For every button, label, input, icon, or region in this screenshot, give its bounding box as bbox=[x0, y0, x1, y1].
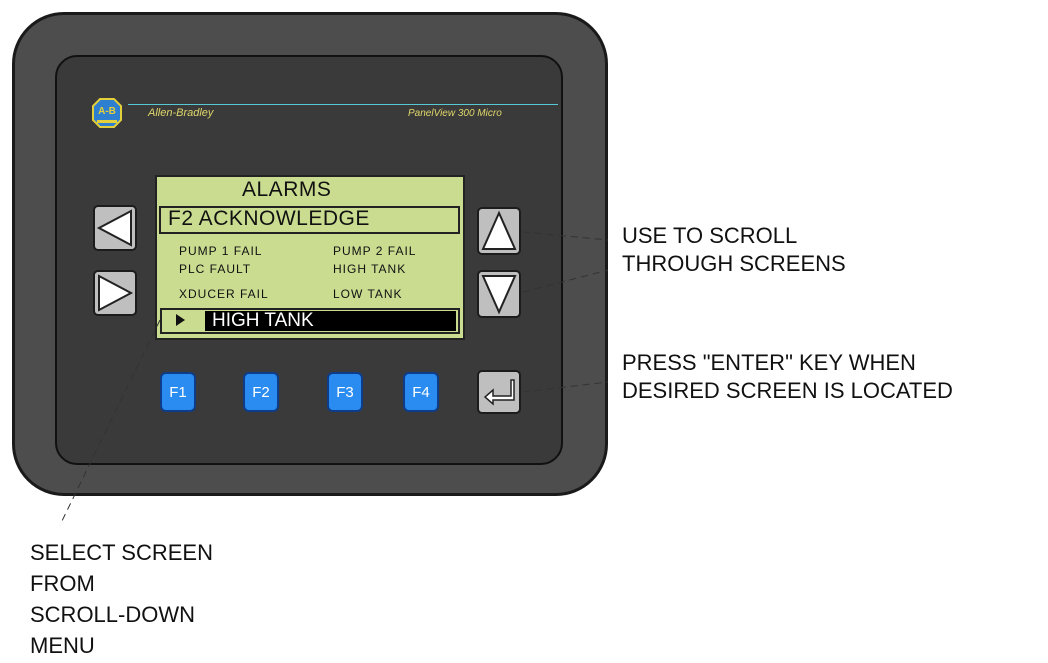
brand-line bbox=[128, 104, 558, 105]
screen-header: F2 ACKNOWLEDGE bbox=[168, 207, 370, 230]
down-arrow-key[interactable] bbox=[477, 270, 521, 318]
callout-line: SCROLL-DOWN bbox=[30, 602, 196, 627]
enter-key[interactable] bbox=[477, 370, 521, 414]
scroll-callout: USE TO SCROLL THROUGH SCREENS bbox=[622, 222, 846, 278]
callout-line: PRESS "ENTER" KEY WHEN bbox=[622, 350, 916, 375]
selection-pointer-icon bbox=[176, 314, 185, 326]
right-arrow-icon bbox=[98, 274, 134, 312]
callout-line: USE TO SCROLL bbox=[622, 223, 798, 248]
selected-screen: HIGH TANK bbox=[212, 310, 314, 331]
callout-line: FROM bbox=[30, 571, 95, 596]
f1-key[interactable]: F1 bbox=[160, 372, 196, 412]
enter-callout: PRESS "ENTER" KEY WHEN DESIRED SCREEN IS… bbox=[622, 349, 953, 405]
f4-key[interactable]: F4 bbox=[403, 372, 439, 412]
left-arrow-icon bbox=[96, 209, 132, 247]
list-item: PLC FAULT bbox=[179, 262, 252, 276]
right-arrow-key[interactable] bbox=[93, 270, 137, 316]
left-arrow-key[interactable] bbox=[93, 205, 137, 251]
callout-line: DESIRED SCREEN IS LOCATED bbox=[622, 378, 953, 403]
ab-logo-icon: A-B bbox=[92, 98, 122, 128]
brand-right: PanelView 300 Micro bbox=[408, 108, 502, 119]
list-item: LOW TANK bbox=[333, 287, 403, 301]
callout-line: THROUGH SCREENS bbox=[622, 251, 846, 276]
select-callout: SELECT SCREEN FROM SCROLL-DOWN MENU bbox=[30, 537, 213, 661]
list-item: PUMP 1 FAIL bbox=[179, 244, 263, 258]
f2-key[interactable]: F2 bbox=[243, 372, 279, 412]
f3-key[interactable]: F3 bbox=[327, 372, 363, 412]
enter-icon bbox=[483, 379, 515, 406]
list-item: HIGH TANK bbox=[333, 262, 407, 276]
callout-line: SELECT SCREEN bbox=[30, 540, 213, 565]
down-arrow-icon bbox=[481, 275, 517, 315]
ab-logo-text: A-B bbox=[98, 106, 116, 117]
list-item: XDUCER FAIL bbox=[179, 287, 269, 301]
up-arrow-icon bbox=[481, 210, 517, 250]
up-arrow-key[interactable] bbox=[477, 207, 521, 255]
list-item: PUMP 2 FAIL bbox=[333, 244, 417, 258]
screen-title: ALARMS bbox=[242, 178, 332, 201]
callout-line: MENU bbox=[30, 633, 95, 658]
brand-left: Allen-Bradley bbox=[148, 107, 214, 119]
